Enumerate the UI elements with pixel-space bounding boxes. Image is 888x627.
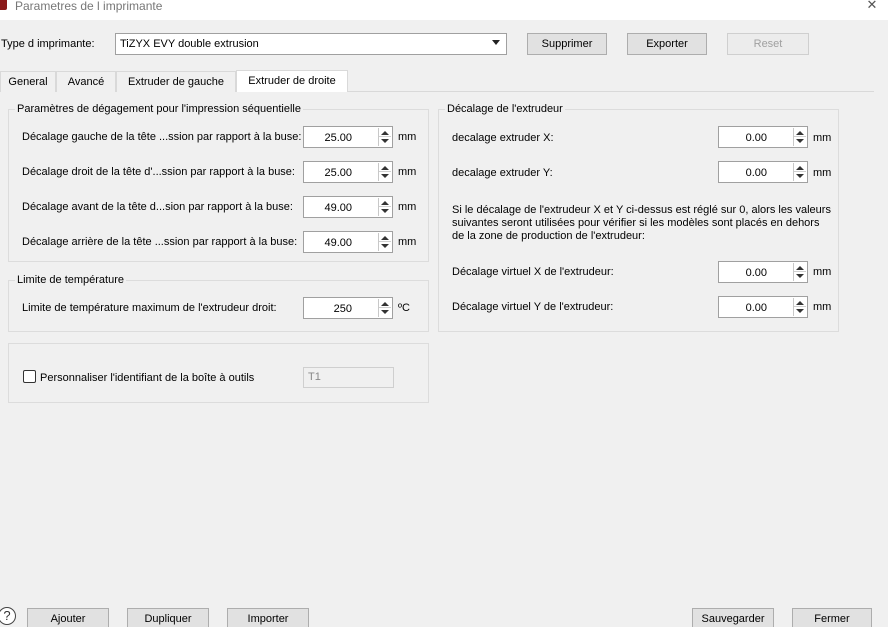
temperature-group-title: Limite de température xyxy=(15,274,126,287)
rear-offset-unit: mm xyxy=(398,236,417,248)
app-icon xyxy=(0,0,7,10)
arrow-up-icon[interactable] xyxy=(796,301,804,305)
printer-type-value: TiZYX EVY double extrusion xyxy=(120,38,259,50)
spin-arrows[interactable] xyxy=(793,163,806,181)
right-offset-unit: mm xyxy=(398,166,417,178)
front-offset-unit: mm xyxy=(398,201,417,213)
spin-arrows[interactable] xyxy=(378,233,391,251)
close-window-icon[interactable]: ✕ xyxy=(862,0,882,14)
max-temp-unit: ºC xyxy=(398,302,410,314)
spin-arrows[interactable] xyxy=(378,198,391,216)
arrow-up-icon[interactable] xyxy=(796,131,804,135)
arrow-down-icon[interactable] xyxy=(381,244,389,248)
offset-x-unit: mm xyxy=(813,132,832,144)
virtual-offset-y-label: Décalage virtuel Y de l'extrudeur: xyxy=(452,301,614,313)
virtual-offset-x-spinbox[interactable]: 0.00 xyxy=(718,261,808,283)
front-offset-value: 49.00 xyxy=(324,202,352,214)
arrow-down-icon[interactable] xyxy=(381,174,389,178)
offset-x-label: decalage extruder X: xyxy=(452,132,554,144)
arrow-up-icon[interactable] xyxy=(796,166,804,170)
arrow-up-icon[interactable] xyxy=(381,302,389,306)
spin-arrows[interactable] xyxy=(793,128,806,146)
right-offset-value: 25.00 xyxy=(324,167,352,179)
extruder-offset-group-title: Décalage de l'extrudeur xyxy=(445,103,565,116)
left-offset-unit: mm xyxy=(398,131,417,143)
offset-y-value: 0.00 xyxy=(745,167,767,179)
virtual-offset-y-spinbox[interactable]: 0.00 xyxy=(718,296,808,318)
close-button[interactable]: Fermer xyxy=(792,608,872,627)
arrow-down-icon[interactable] xyxy=(381,139,389,143)
front-offset-label: Décalage avant de la tête d...sion par r… xyxy=(22,201,293,213)
tab-left-extruder[interactable]: Extruder de gauche xyxy=(116,71,236,92)
window-title: Parametres de l imprimante xyxy=(15,0,163,13)
rear-offset-label: Décalage arrière de la tête ...ssion par… xyxy=(22,236,298,248)
toolhead-id-input[interactable]: T1 xyxy=(303,367,394,388)
chevron-down-icon xyxy=(492,40,500,45)
spin-arrows[interactable] xyxy=(378,128,391,146)
arrow-up-icon[interactable] xyxy=(796,266,804,270)
arrow-down-icon[interactable] xyxy=(796,139,804,143)
duplicate-button[interactable]: Dupliquer xyxy=(127,608,209,627)
arrow-down-icon[interactable] xyxy=(796,309,804,313)
rear-offset-value: 49.00 xyxy=(324,237,352,249)
arrow-down-icon[interactable] xyxy=(381,209,389,213)
virtual-offset-x-value: 0.00 xyxy=(745,267,767,279)
printer-type-label: Type d imprimante: xyxy=(1,38,95,50)
reset-button[interactable]: Reset xyxy=(727,33,809,55)
max-temp-label: Limite de température maximum de l'extru… xyxy=(22,302,277,314)
virtual-offset-x-label: Décalage virtuel X de l'extrudeur: xyxy=(452,266,614,278)
arrow-down-icon[interactable] xyxy=(381,310,389,314)
virtual-offset-y-unit: mm xyxy=(813,301,832,313)
virtual-offset-x-unit: mm xyxy=(813,266,832,278)
front-offset-spinbox[interactable]: 49.00 xyxy=(303,196,393,218)
clearance-group-title: Paramètres de dégagement pour l'impressi… xyxy=(15,103,303,116)
arrow-up-icon[interactable] xyxy=(381,201,389,205)
max-temp-value: 250 xyxy=(333,303,352,315)
offset-y-spinbox[interactable]: 0.00 xyxy=(718,161,808,183)
tab-advanced[interactable]: Avancé xyxy=(56,71,116,92)
arrow-down-icon[interactable] xyxy=(796,174,804,178)
virtual-offset-y-value: 0.00 xyxy=(745,302,767,314)
save-button[interactable]: Sauvegarder xyxy=(692,608,774,627)
arrow-up-icon[interactable] xyxy=(381,166,389,170)
customize-toolhead-checkbox[interactable] xyxy=(23,370,36,383)
offset-y-label: decalage extruder Y: xyxy=(452,167,553,179)
offset-info-text: Si le décalage de l'extrudeur X et Y ci-… xyxy=(452,204,831,242)
customize-toolhead-label[interactable]: Personnaliser l'identifiant de la boîte … xyxy=(40,371,254,385)
offset-y-unit: mm xyxy=(813,167,832,179)
export-button[interactable]: Exporter xyxy=(627,33,707,55)
max-temp-spinbox[interactable]: 250 xyxy=(303,297,393,319)
spin-arrows[interactable] xyxy=(793,298,806,316)
tab-right-extruder[interactable]: Extruder de droite xyxy=(236,70,348,92)
offset-x-value: 0.00 xyxy=(745,132,767,144)
help-icon[interactable]: ? xyxy=(0,607,16,625)
import-button[interactable]: Importer xyxy=(227,608,309,627)
left-offset-label: Décalage gauche de la tête ...ssion par … xyxy=(22,131,302,143)
spin-arrows[interactable] xyxy=(793,263,806,281)
left-offset-value: 25.00 xyxy=(324,132,352,144)
offset-x-spinbox[interactable]: 0.00 xyxy=(718,126,808,148)
arrow-up-icon[interactable] xyxy=(381,131,389,135)
right-offset-label: Décalage droit de la tête d'...ssion par… xyxy=(22,166,295,178)
spin-arrows[interactable] xyxy=(378,163,391,181)
spin-arrows[interactable] xyxy=(378,299,391,317)
tab-general[interactable]: General xyxy=(0,71,56,92)
add-button[interactable]: Ajouter xyxy=(27,608,109,627)
left-offset-spinbox[interactable]: 25.00 xyxy=(303,126,393,148)
right-offset-spinbox[interactable]: 25.00 xyxy=(303,161,393,183)
printer-type-select[interactable]: TiZYX EVY double extrusion xyxy=(115,33,507,55)
delete-button[interactable]: Supprimer xyxy=(527,33,607,55)
arrow-up-icon[interactable] xyxy=(381,236,389,240)
arrow-down-icon[interactable] xyxy=(796,274,804,278)
rear-offset-spinbox[interactable]: 49.00 xyxy=(303,231,393,253)
